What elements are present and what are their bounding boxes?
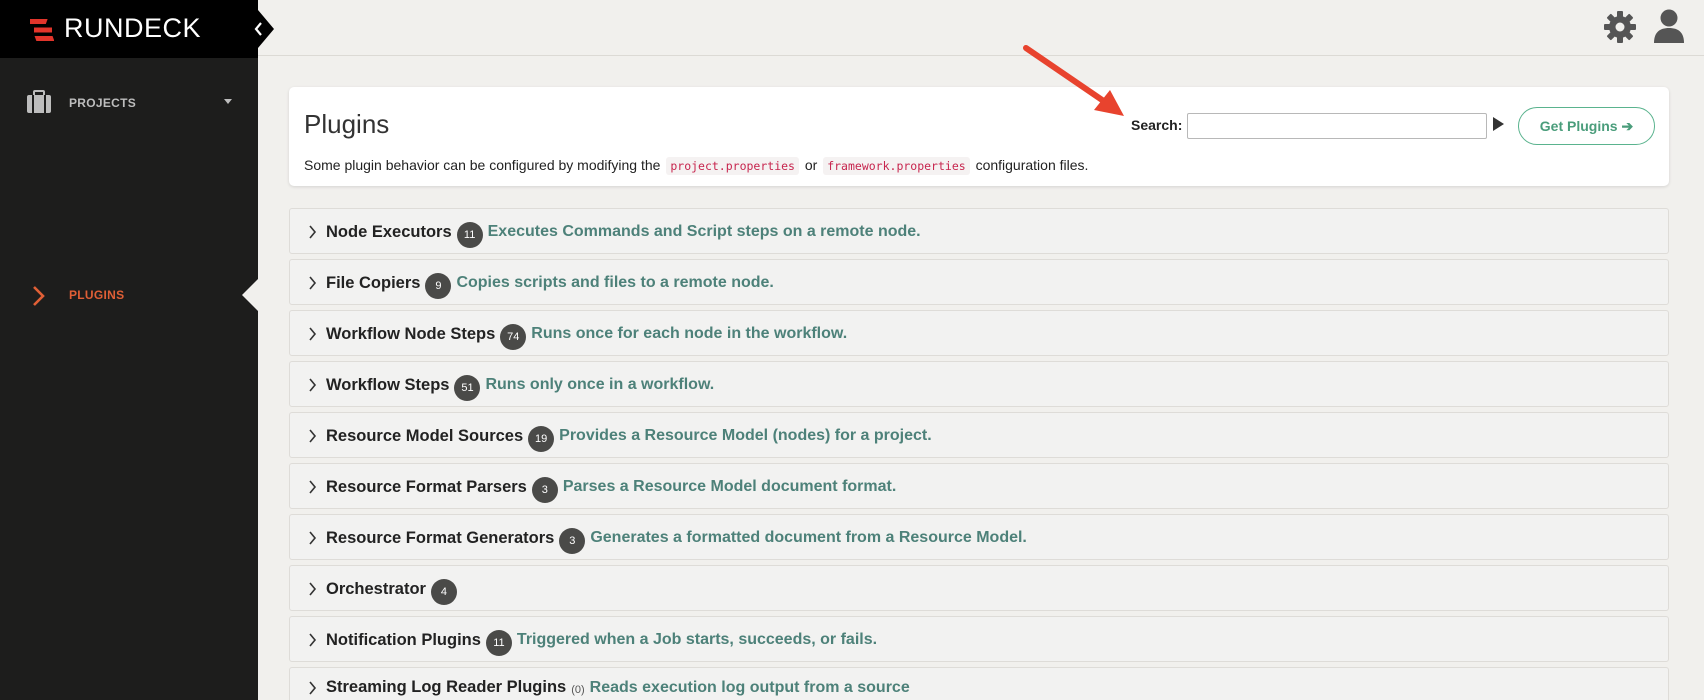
description-text: configuration files.	[975, 157, 1089, 173]
plugin-group-description: Triggered when a Job starts, succeeds, o…	[516, 631, 878, 648]
plugin-group-row[interactable]: Notification Plugins 11 Triggered when a…	[289, 616, 1669, 662]
chevron-right-icon	[309, 378, 317, 392]
description-text: Some plugin behavior can be configured b…	[304, 157, 661, 173]
plugin-group-description: Provides a Resource Model (nodes) for a …	[559, 427, 932, 444]
plugin-count-badge: 3	[531, 477, 558, 503]
plugin-count-label: (0)	[571, 683, 585, 696]
chevron-right-icon	[309, 225, 317, 239]
plugin-group-description: Parses a Resource Model document format.	[562, 478, 897, 495]
plugin-group-row[interactable]: Resource Model Sources 19 Provides a Res…	[289, 412, 1669, 458]
chevron-right-icon	[309, 680, 317, 695]
rundeck-logo-icon	[30, 19, 54, 41]
plugin-count-badge: 51	[454, 375, 481, 401]
plugin-group-row[interactable]: Streaming Log Reader Plugins (0) Reads e…	[289, 667, 1669, 700]
plugin-group-title: Streaming Log Reader Plugins	[326, 678, 567, 696]
plugin-count-badge: 4	[430, 579, 457, 605]
description-text: or	[804, 157, 818, 173]
top-bar	[258, 0, 1704, 56]
chevron-right-icon	[309, 429, 317, 443]
page-description: Some plugin behavior can be configured b…	[304, 157, 1089, 175]
plugin-groups-list: Node Executors 11 Executes Commands and …	[289, 208, 1669, 700]
gear-icon[interactable]	[1603, 10, 1637, 44]
plugin-group-row[interactable]: Resource Format Generators 3 Generates a…	[289, 514, 1669, 560]
plugin-count-badge: 11	[456, 222, 483, 248]
plugin-count-badge: 19	[528, 426, 555, 452]
sidebar-item-label: PLUGINS	[69, 288, 125, 302]
page-title: Plugins	[304, 109, 390, 139]
plugin-group-row[interactable]: Workflow Steps 51 Runs only once in a wo…	[289, 361, 1669, 407]
plugin-group-description: Generates a formatted document from a Re…	[590, 529, 1027, 546]
chevron-right-icon	[309, 531, 317, 545]
plugin-group-row[interactable]: File Copiers 9 Copies scripts and files …	[289, 259, 1669, 305]
sidebar-item-projects[interactable]: PROJECTS	[0, 82, 258, 122]
plugin-group-description: Copies scripts and files to a remote nod…	[456, 274, 774, 291]
sidebar-item-label: PROJECTS	[69, 96, 137, 110]
plugin-group-row[interactable]: Node Executors 11 Executes Commands and …	[289, 208, 1669, 254]
plugin-group-title: Node Executors	[326, 222, 452, 241]
plugin-group-title: Workflow Steps	[326, 375, 450, 394]
chevron-right-icon	[309, 582, 317, 596]
chevron-right-icon	[309, 276, 317, 290]
plugin-group-row[interactable]: Orchestrator 4	[289, 565, 1669, 611]
chevron-right-icon	[309, 327, 317, 341]
search-submit-icon[interactable]	[1493, 117, 1504, 131]
plugin-group-title: Orchestrator	[326, 579, 426, 598]
plugin-count-badge: 74	[500, 324, 527, 350]
plugin-count-badge: 3	[559, 528, 586, 554]
get-plugins-button[interactable]: Get Plugins ➔	[1518, 107, 1655, 145]
sidebar-item-plugins[interactable]: PLUGINS	[0, 276, 258, 316]
code-project-properties: project.properties	[666, 157, 799, 175]
plugin-group-title: File Copiers	[326, 273, 421, 292]
active-indicator	[242, 278, 259, 312]
plugin-group-description: Runs once for each node in the workflow.	[531, 325, 848, 342]
plugin-group-description: Executes Commands and Script steps on a …	[487, 223, 921, 240]
search-input[interactable]	[1187, 113, 1487, 139]
plugin-group-title: Workflow Node Steps	[326, 324, 496, 343]
plugin-group-row[interactable]: Resource Format Parsers 3 Parses a Resou…	[289, 463, 1669, 509]
plugin-group-title: Resource Model Sources	[326, 426, 524, 445]
plugin-count-badge: 11	[485, 630, 512, 656]
chevron-right-icon	[33, 286, 45, 306]
chevron-right-icon	[309, 480, 317, 494]
plugin-group-title: Notification Plugins	[326, 630, 481, 649]
caret-down-icon	[224, 99, 232, 104]
code-framework-properties: framework.properties	[823, 157, 970, 175]
plugin-count-badge: 9	[425, 273, 452, 299]
briefcase-icon	[27, 90, 51, 113]
search-label: Search:	[1131, 117, 1183, 133]
plugin-group-title: Resource Format Parsers	[326, 477, 527, 496]
plugins-header-card: Plugins Some plugin behavior can be conf…	[289, 87, 1669, 186]
brand-name: RUNDECK	[64, 13, 202, 43]
chevron-right-icon	[309, 633, 317, 647]
brand-bar[interactable]: RUNDECK	[0, 0, 258, 58]
annotation-arrow-icon	[1023, 45, 1124, 116]
plugin-group-row[interactable]: Workflow Node Steps 74 Runs once for eac…	[289, 310, 1669, 356]
user-icon[interactable]	[1652, 8, 1686, 44]
plugin-group-title: Resource Format Generators	[326, 528, 555, 547]
plugin-group-description: Reads execution log output from a source	[589, 678, 910, 696]
plugin-group-description: Runs only once in a workflow.	[485, 376, 715, 393]
sidebar: RUNDECK PROJECTS PLUGINS	[0, 0, 274, 700]
